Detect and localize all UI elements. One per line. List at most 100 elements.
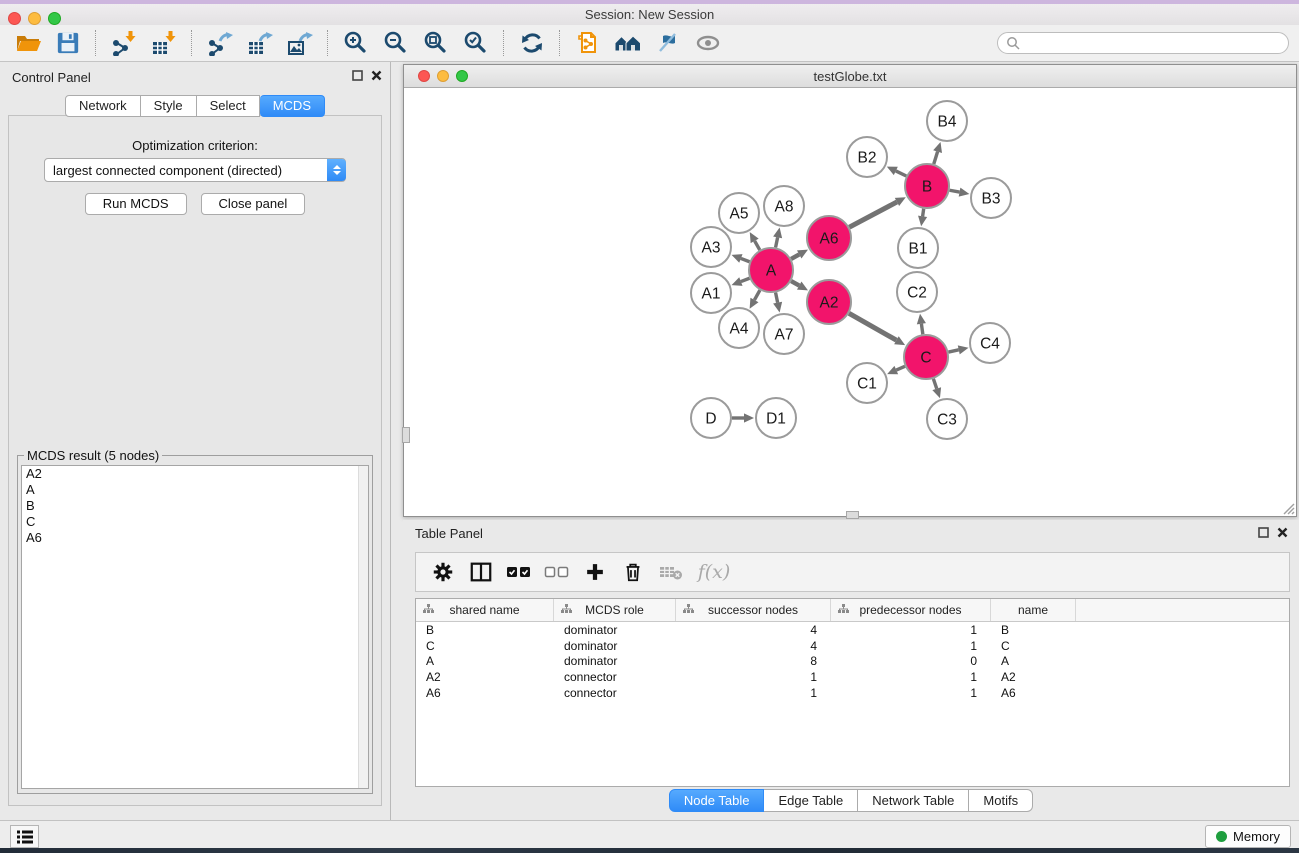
optimization-dropdown[interactable]: largest connected component (directed): [44, 158, 346, 182]
zoom-in-button[interactable]: [336, 27, 376, 59]
graph-edge-C-C4[interactable]: [948, 350, 958, 352]
tab-network-table[interactable]: Network Table: [858, 789, 969, 812]
open-session-button[interactable]: [8, 27, 48, 59]
table-cell: B: [991, 623, 1076, 637]
save-icon: [56, 31, 80, 55]
export-table-button[interactable]: [240, 27, 280, 59]
eye-button[interactable]: [688, 27, 728, 59]
delete-table-button[interactable]: [652, 556, 690, 588]
memory-button[interactable]: Memory: [1205, 825, 1291, 848]
close-panel-button[interactable]: Close panel: [201, 193, 306, 215]
graph-edge-C-C2[interactable]: [921, 324, 922, 335]
result-scrollbar[interactable]: [358, 466, 368, 788]
function-builder-button[interactable]: f(x): [690, 556, 738, 588]
graph-edge-C-C1[interactable]: [896, 366, 905, 370]
splitter-handle[interactable]: [846, 511, 859, 519]
import-table-button[interactable]: [144, 27, 184, 59]
table-panel-tabs: Node Table Edge Table Network Table Moti…: [403, 789, 1299, 812]
graph-edge-A6-B[interactable]: [849, 202, 897, 227]
tab-network[interactable]: Network: [65, 95, 141, 117]
export-network-icon: [207, 30, 233, 56]
graph-edge-A-A2[interactable]: [791, 281, 799, 285]
close-panel-icon[interactable]: [1277, 527, 1288, 538]
tab-node-table[interactable]: Node Table: [669, 789, 765, 812]
table-cell: 1: [831, 670, 991, 684]
tab-edge-table[interactable]: Edge Table: [764, 789, 858, 812]
graph-edge-B-B3[interactable]: [950, 190, 960, 192]
save-session-button[interactable]: [48, 27, 88, 59]
tab-select[interactable]: Select: [197, 95, 260, 117]
deselect-all-button[interactable]: [538, 556, 576, 588]
resize-grip-icon[interactable]: [1281, 501, 1295, 515]
select-all-icon: [506, 560, 532, 584]
table-cell: A2: [416, 670, 554, 684]
mcds-result-item[interactable]: A2: [22, 466, 368, 482]
table-settings-button[interactable]: [424, 556, 462, 588]
graph-node-label: C3: [937, 412, 957, 429]
graph-edge-C-C3[interactable]: [933, 379, 936, 389]
tab-motifs[interactable]: Motifs: [969, 789, 1033, 812]
column-header-successor-nodes[interactable]: successor nodes: [676, 599, 831, 621]
home-button[interactable]: [608, 27, 648, 59]
float-panel-icon[interactable]: [1258, 527, 1269, 538]
mcds-result-item[interactable]: A: [22, 482, 368, 498]
table-row[interactable]: Adominator80A: [416, 653, 1289, 669]
graph-edge-arrow-icon: [744, 413, 754, 422]
graph-edge-A-A8[interactable]: [776, 237, 778, 247]
graph-edge-A-A4[interactable]: [754, 290, 759, 300]
network-graph[interactable]: AA6A2BCA5A8A3A1A4A7B2B4B3B1C2C4C1C3DD1: [404, 88, 1296, 517]
refresh-button[interactable]: [512, 27, 552, 59]
show-columns-button[interactable]: [462, 556, 500, 588]
column-header-name[interactable]: name: [991, 599, 1076, 621]
graph-edge-A-A6[interactable]: [791, 254, 799, 258]
graph-edge-A-A7[interactable]: [776, 293, 778, 303]
zoom-selected-button[interactable]: [456, 27, 496, 59]
table-row[interactable]: Bdominator41B: [416, 622, 1289, 638]
network-canvas[interactable]: AA6A2BCA5A8A3A1A4A7B2B4B3B1C2C4C1C3DD1: [404, 88, 1296, 516]
column-header-mcds-role[interactable]: MCDS role: [554, 599, 676, 621]
splitter-handle[interactable]: [402, 427, 410, 443]
zoom-fit-button[interactable]: [416, 27, 456, 59]
status-bar: Memory: [0, 820, 1299, 848]
zoom-out-button[interactable]: [376, 27, 416, 59]
graph-edge-A-A5[interactable]: [755, 241, 760, 250]
close-panel-icon[interactable]: [371, 70, 382, 81]
mcds-result-list[interactable]: A2ABCA6: [21, 465, 369, 789]
table-row[interactable]: A2connector11A2: [416, 669, 1289, 685]
graph-edge-A-A3[interactable]: [741, 258, 750, 261]
export-table-icon: [247, 30, 273, 56]
select-all-button[interactable]: [500, 556, 538, 588]
float-panel-icon[interactable]: [352, 70, 363, 81]
export-network-button[interactable]: [200, 27, 240, 59]
list-icon: [16, 829, 34, 845]
session-network-button[interactable]: [568, 27, 608, 59]
task-history-button[interactable]: [10, 825, 39, 848]
function-builder-icon: f(x): [698, 561, 731, 583]
tab-mcds[interactable]: MCDS: [260, 95, 325, 117]
graph-edge-A-A1[interactable]: [741, 278, 750, 281]
graph-edge-B-B2[interactable]: [896, 171, 906, 176]
mcds-result-item[interactable]: A6: [22, 530, 368, 546]
tab-style[interactable]: Style: [141, 95, 197, 117]
column-header-predecessor-nodes[interactable]: predecessor nodes: [831, 599, 991, 621]
network-window-titlebar[interactable]: testGlobe.txt: [404, 65, 1296, 88]
mcds-result-item[interactable]: B: [22, 498, 368, 514]
table-cell: C: [416, 639, 554, 653]
delete-column-button[interactable]: [614, 556, 652, 588]
graph-edge-B-B1[interactable]: [923, 209, 924, 217]
column-header-shared-name[interactable]: shared name: [416, 599, 554, 621]
table-cell: connector: [554, 670, 676, 684]
export-image-button[interactable]: [280, 27, 320, 59]
hide-graphics-button[interactable]: [648, 27, 688, 59]
add-column-button[interactable]: [576, 556, 614, 588]
import-network-button[interactable]: [104, 27, 144, 59]
graph-node-label: C4: [980, 336, 1000, 353]
table-row[interactable]: A6connector11A6: [416, 685, 1289, 701]
search-input[interactable]: [1024, 35, 1288, 52]
graph-edge-A2-C[interactable]: [849, 313, 896, 340]
mcds-result-item[interactable]: C: [22, 514, 368, 530]
table-row[interactable]: Cdominator41C: [416, 638, 1289, 654]
search-field[interactable]: [997, 32, 1289, 54]
run-mcds-button[interactable]: Run MCDS: [85, 193, 187, 215]
graph-edge-B-B4[interactable]: [934, 152, 938, 164]
